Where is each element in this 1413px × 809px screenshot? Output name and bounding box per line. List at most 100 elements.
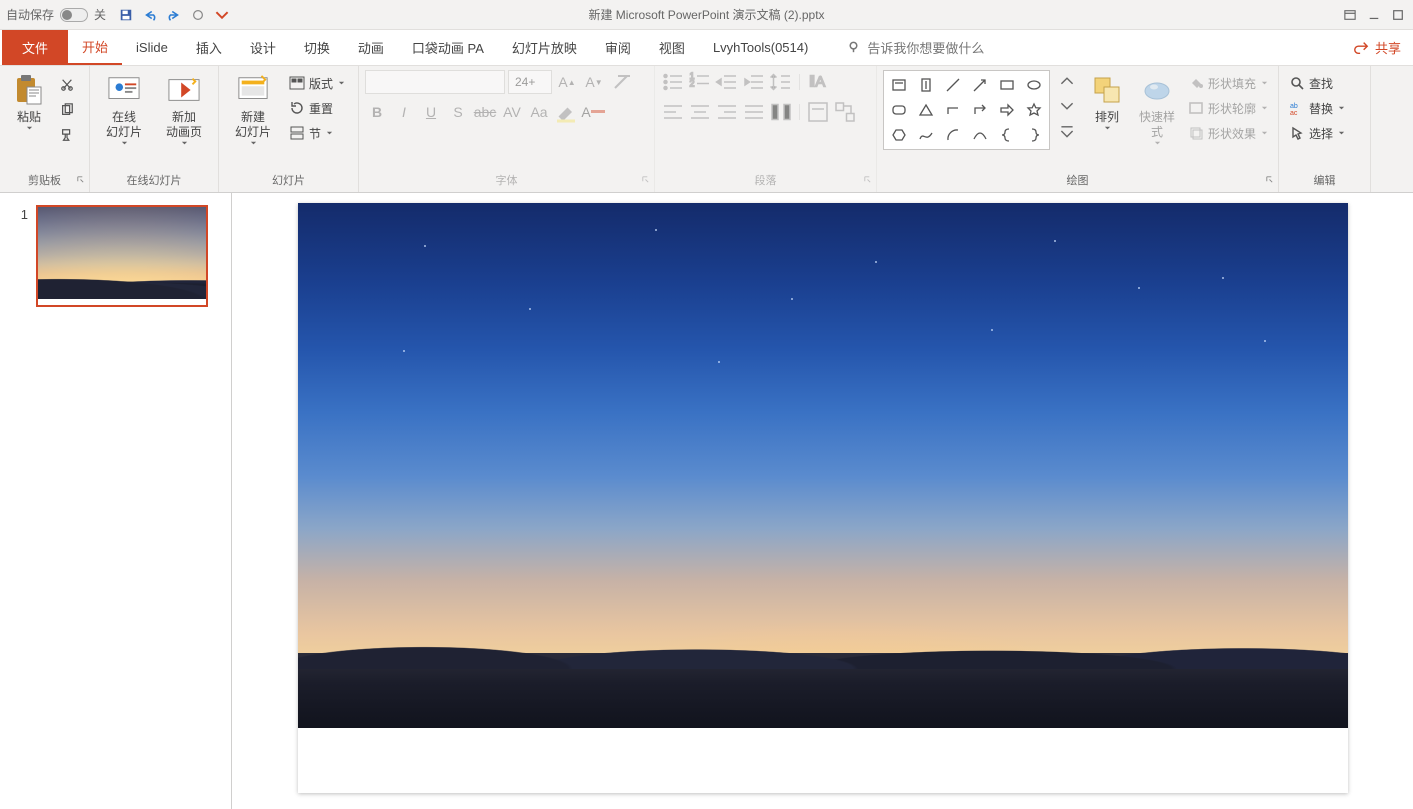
ribbon-display-options-icon[interactable]: [1341, 6, 1359, 24]
change-case-icon[interactable]: Aa: [527, 100, 551, 124]
shape-brace-left-icon[interactable]: [994, 123, 1020, 147]
copy-icon[interactable]: [56, 99, 78, 121]
line-spacing-icon[interactable]: [769, 70, 793, 94]
shape-elbow-connector-icon[interactable]: [940, 98, 966, 122]
decrease-indent-icon[interactable]: [715, 70, 739, 94]
shape-brace-right-icon[interactable]: [1021, 123, 1047, 147]
shape-arc-icon[interactable]: [940, 123, 966, 147]
shapes-scroll-down-icon[interactable]: [1056, 95, 1078, 117]
tab-review[interactable]: 审阅: [591, 30, 645, 65]
text-direction-icon[interactable]: ‖A: [806, 70, 830, 94]
new-animation-page-button[interactable]: 新加 动画页: [156, 70, 212, 147]
section-button[interactable]: 节: [285, 122, 349, 144]
slide-image[interactable]: [298, 203, 1348, 728]
shape-right-arrow-icon[interactable]: [994, 98, 1020, 122]
clipboard-launcher-icon[interactable]: [74, 173, 86, 185]
shape-line-icon[interactable]: [940, 73, 966, 97]
tab-view[interactable]: 视图: [645, 30, 699, 65]
arrange-dropdown-icon[interactable]: [1103, 125, 1111, 132]
shape-fill-dropdown-icon[interactable]: [1260, 80, 1268, 87]
align-right-icon[interactable]: [715, 100, 739, 124]
reset-button[interactable]: 重置: [285, 97, 349, 119]
share-button[interactable]: 共享: [1353, 30, 1401, 65]
align-text-icon[interactable]: [806, 100, 830, 124]
undo-icon[interactable]: [140, 5, 160, 25]
shape-arrow-icon[interactable]: [967, 73, 993, 97]
layout-button[interactable]: 版式: [285, 72, 349, 94]
shape-vertical-textbox-icon[interactable]: [913, 73, 939, 97]
shapes-gallery[interactable]: [883, 70, 1050, 150]
tab-pocket-anim[interactable]: 口袋动画 PA: [398, 30, 498, 65]
shape-outline-dropdown-icon[interactable]: [1260, 105, 1268, 112]
increase-font-icon[interactable]: A▲: [555, 70, 579, 94]
font-size-combo[interactable]: 24+: [508, 70, 552, 94]
shape-rounded-rect-icon[interactable]: [886, 98, 912, 122]
slide-editor-area[interactable]: [232, 193, 1413, 809]
shape-effects-dropdown-icon[interactable]: [1260, 130, 1268, 137]
new-slide-dropdown-icon[interactable]: [249, 140, 257, 147]
clear-formatting-icon[interactable]: [609, 70, 633, 94]
shape-elbow-arrow-icon[interactable]: [967, 98, 993, 122]
tab-lvyhtools[interactable]: LvyhTools(0514): [699, 30, 822, 65]
cut-icon[interactable]: [56, 74, 78, 96]
replace-button[interactable]: abac 替换: [1285, 97, 1349, 119]
minimize-icon[interactable]: [1365, 6, 1383, 24]
font-name-combo[interactable]: [365, 70, 505, 94]
format-painter-icon[interactable]: [56, 124, 78, 146]
convert-smartart-icon[interactable]: [833, 100, 857, 124]
new-slide-button[interactable]: 新建 幻灯片: [225, 70, 281, 147]
select-dropdown-icon[interactable]: [1337, 130, 1345, 137]
autosave-switch[interactable]: [60, 8, 88, 22]
tab-file[interactable]: 文件: [2, 30, 68, 65]
tab-home[interactable]: 开始: [68, 30, 122, 65]
font-launcher-icon[interactable]: [639, 173, 651, 185]
select-button[interactable]: 选择: [1285, 122, 1349, 144]
redo-icon[interactable]: [164, 5, 184, 25]
shape-curve-icon[interactable]: [967, 123, 993, 147]
slide-canvas[interactable]: [298, 203, 1348, 793]
shape-triangle-icon[interactable]: [913, 98, 939, 122]
font-highlight-icon[interactable]: [554, 100, 578, 124]
start-from-beginning-icon[interactable]: [188, 5, 208, 25]
shape-freeform-icon[interactable]: [913, 123, 939, 147]
customize-qat-icon[interactable]: [212, 5, 232, 25]
paste-dropdown-icon[interactable]: [25, 125, 33, 132]
tab-islide[interactable]: iSlide: [122, 30, 182, 65]
slide-thumbnail-pane[interactable]: 1: [0, 193, 232, 809]
tab-slideshow[interactable]: 幻灯片放映: [498, 30, 591, 65]
align-center-icon[interactable]: [688, 100, 712, 124]
bold-icon[interactable]: B: [365, 100, 389, 124]
drawing-launcher-icon[interactable]: [1263, 173, 1275, 185]
online-slide-button[interactable]: 在线 幻灯片: [96, 70, 152, 147]
quick-styles-button[interactable]: 快速样式: [1134, 70, 1180, 147]
font-color-icon[interactable]: A: [581, 100, 605, 124]
tab-animations[interactable]: 动画: [344, 30, 398, 65]
slide-thumbnail-1[interactable]: 1: [16, 205, 215, 307]
italic-icon[interactable]: I: [392, 100, 416, 124]
shadow-icon[interactable]: S: [446, 100, 470, 124]
maximize-icon[interactable]: [1389, 6, 1407, 24]
strikethrough-icon[interactable]: abc: [473, 100, 497, 124]
section-dropdown-icon[interactable]: [325, 130, 333, 137]
replace-dropdown-icon[interactable]: [1337, 105, 1345, 112]
shape-effects-button[interactable]: 形状效果: [1184, 122, 1272, 144]
new-animation-page-dropdown-icon[interactable]: [180, 140, 188, 147]
numbering-icon[interactable]: 12: [688, 70, 712, 94]
find-button[interactable]: 查找: [1285, 72, 1349, 94]
increase-indent-icon[interactable]: [742, 70, 766, 94]
paste-button[interactable]: 粘贴: [6, 70, 52, 132]
align-left-icon[interactable]: [661, 100, 685, 124]
underline-icon[interactable]: U: [419, 100, 443, 124]
columns-icon[interactable]: [769, 100, 793, 124]
justify-icon[interactable]: [742, 100, 766, 124]
quick-styles-dropdown-icon[interactable]: [1153, 140, 1161, 147]
character-spacing-icon[interactable]: AV: [500, 100, 524, 124]
autosave-toggle[interactable]: 自动保存 关: [6, 6, 106, 23]
tab-design[interactable]: 设计: [236, 30, 290, 65]
shapes-scroll-up-icon[interactable]: [1056, 70, 1078, 92]
shape-oval-icon[interactable]: [1021, 73, 1047, 97]
paragraph-launcher-icon[interactable]: [861, 173, 873, 185]
save-icon[interactable]: [116, 5, 136, 25]
tell-me-box[interactable]: 告诉我你想要做什么: [846, 30, 984, 65]
tab-transitions[interactable]: 切换: [290, 30, 344, 65]
